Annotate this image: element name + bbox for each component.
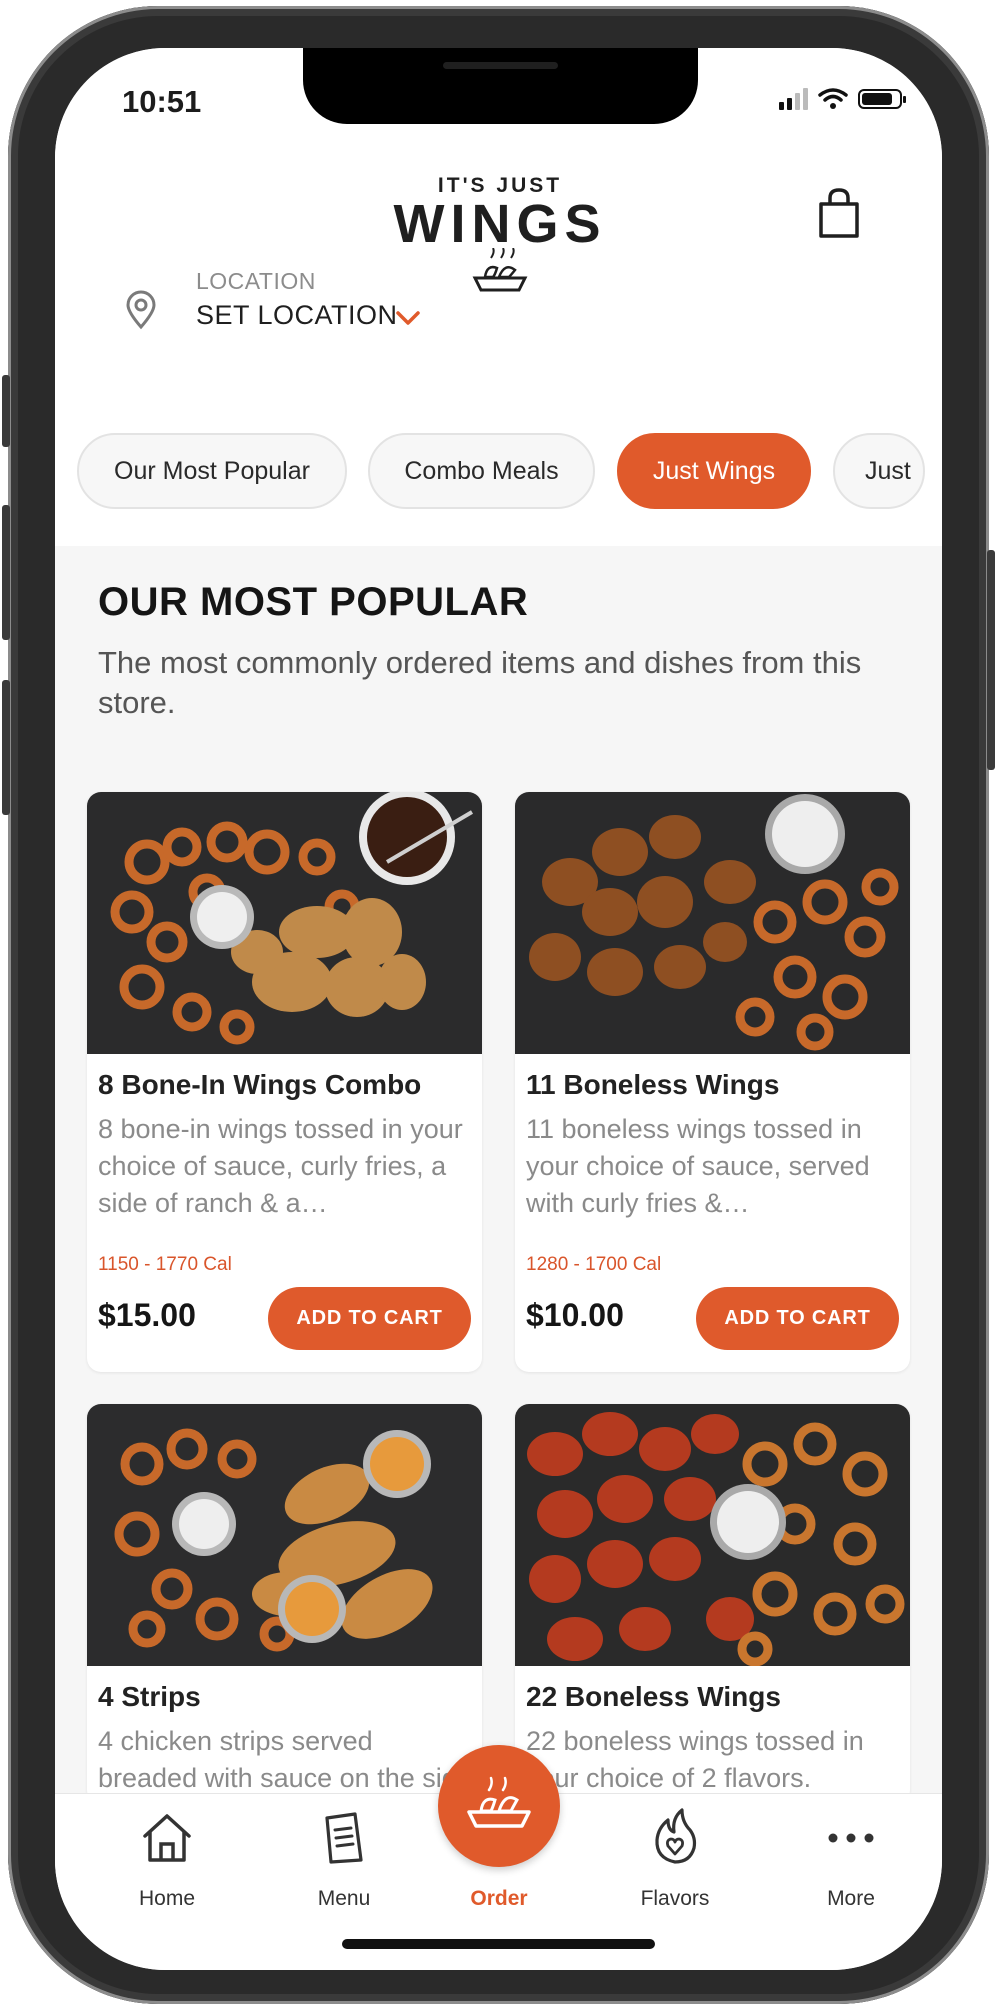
tab-order-label: Order xyxy=(470,1887,528,1910)
location-selector[interactable]: LOCATION SET LOCATION xyxy=(125,268,505,348)
product-calories: 1150 - 1770 Cal xyxy=(98,1254,232,1275)
chevron-down-icon[interactable] xyxy=(395,310,421,326)
phone-volume-up xyxy=(2,505,10,640)
tab-menu[interactable]: Menu xyxy=(274,1804,414,1910)
menu-icon xyxy=(325,1812,363,1864)
product-description: 4 chicken strips served breaded with sau… xyxy=(98,1726,472,1793)
section-description: The most commonly ordered items and dish… xyxy=(98,645,862,720)
product-description: 8 bone-in wings tossed in your choice of… xyxy=(98,1114,463,1218)
flame-icon xyxy=(655,1808,697,1864)
battery-icon xyxy=(858,89,906,109)
wings-basket-icon xyxy=(467,1776,531,1828)
tab-home-label: Home xyxy=(138,1887,196,1910)
product-card[interactable]: 22 Boneless Wings 22 boneless wings toss… xyxy=(515,1404,910,1804)
home-icon xyxy=(143,1814,191,1862)
location-value: SET LOCATION xyxy=(196,300,398,330)
add-to-cart-button[interactable]: ADD TO CART xyxy=(696,1287,899,1350)
more-dots-icon xyxy=(828,1833,874,1843)
product-card[interactable]: 4 Strips 4 chicken strips served breaded… xyxy=(87,1404,482,1804)
product-card[interactable]: 8 Bone-In Wings Combo 8 bone-in wings to… xyxy=(87,792,482,1372)
notch xyxy=(303,48,698,124)
product-calories: 1280 - 1700 Cal xyxy=(526,1254,662,1275)
chip-just-wings[interactable]: Just Wings xyxy=(617,433,811,509)
chip-combo-meals[interactable]: Combo Meals xyxy=(368,433,595,509)
status-icons xyxy=(779,88,906,110)
category-chips: Our Most Popular Combo Meals Just Wings … xyxy=(55,398,942,546)
cellular-signal-icon xyxy=(779,88,808,110)
location-pin-icon xyxy=(126,290,156,330)
add-to-cart-button[interactable]: ADD TO CART xyxy=(268,1287,471,1350)
product-price: $15.00 xyxy=(98,1297,196,1333)
product-title: 22 Boneless Wings xyxy=(526,1681,781,1712)
shopping-bag-icon[interactable] xyxy=(817,188,861,240)
status-time: 10:51 xyxy=(122,84,202,119)
phone-volume-down xyxy=(2,680,10,815)
chip-our-most-popular[interactable]: Our Most Popular xyxy=(77,433,347,509)
product-title: 11 Boneless Wings xyxy=(526,1069,780,1100)
product-image xyxy=(515,792,910,1054)
product-price: $10.00 xyxy=(526,1297,624,1333)
product-title: 4 Strips xyxy=(98,1681,201,1712)
phone-power-button xyxy=(987,550,995,770)
brand-logo-line2: WINGS xyxy=(393,194,607,254)
tab-flavors[interactable]: Flavors xyxy=(605,1804,745,1910)
home-indicator[interactable] xyxy=(342,1939,655,1949)
tab-menu-label: Menu xyxy=(317,1887,371,1910)
phone-silent-switch xyxy=(2,375,10,447)
tab-more[interactable]: More xyxy=(781,1804,921,1910)
chip-just-partial[interactable]: Just xyxy=(833,433,925,509)
order-button[interactable] xyxy=(438,1745,560,1867)
product-card[interactable]: 11 Boneless Wings 11 boneless wings toss… xyxy=(515,792,910,1372)
section-title: OUR MOST POPULAR xyxy=(98,580,529,624)
tab-more-label: More xyxy=(827,1887,875,1910)
tab-home[interactable]: Home xyxy=(97,1804,237,1910)
product-image xyxy=(87,792,482,1054)
product-description: 22 boneless wings tossed in your choice … xyxy=(526,1726,864,1793)
app-header: IT'S JUST WINGS LOCATION SET LOCATION xyxy=(55,148,942,399)
product-description: 11 boneless wings tossed in your choice … xyxy=(526,1114,870,1218)
tab-flavors-label: Flavors xyxy=(640,1887,710,1910)
product-image xyxy=(515,1404,910,1666)
app-screen: 10:51 IT'S JUST WINGS LOCATION SET LOCAT… xyxy=(55,48,942,1970)
product-image xyxy=(87,1404,482,1666)
wifi-icon xyxy=(818,88,848,109)
location-label: LOCATION xyxy=(196,268,316,294)
product-title: 8 Bone-In Wings Combo xyxy=(98,1069,422,1100)
